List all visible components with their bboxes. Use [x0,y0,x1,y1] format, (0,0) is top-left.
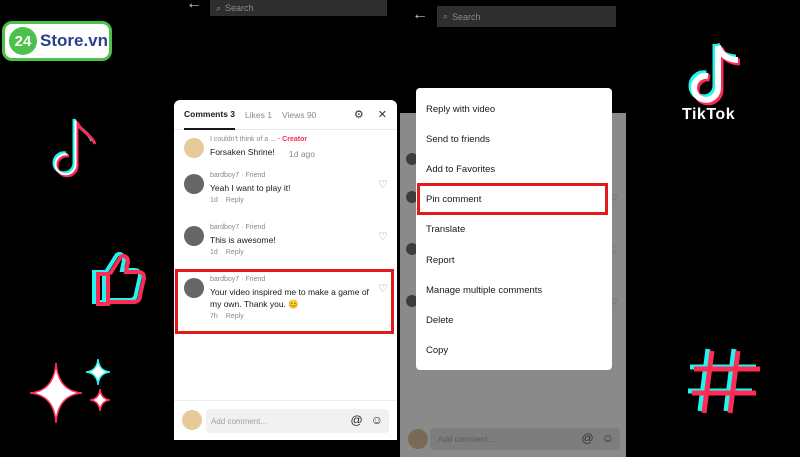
comment-text: Yeah I want to play it! [210,183,291,193]
comment-item[interactable]: I couldn't think of a ... · Creator Fors… [182,136,390,159]
comment-input-placeholder: Add comment... [438,434,495,444]
tab-likes[interactable]: Likes 1 [245,100,272,130]
close-icon[interactable]: ✕ [378,108,387,121]
avatar[interactable] [184,174,204,194]
friend-tag: · Friend [241,172,266,179]
comment-input-bar: Add comment... @ ☺ [174,400,397,440]
menu-item-report[interactable]: Report [416,245,612,275]
creator-badge: · Creator [277,136,308,143]
top-bar: ← ⌕ Search [174,0,397,100]
filter-icon[interactable]: ⚙ [354,108,364,121]
comment-text: This is awesome! [210,235,276,245]
friend-tag: · Friend [241,224,266,231]
avatar [408,429,428,449]
menu-item-translate[interactable]: Translate [416,215,612,245]
menu-item-manage-multiple-comments[interactable]: Manage multiple comments [416,275,612,305]
heart-icon[interactable]: ♡ [378,178,388,191]
back-arrow-icon[interactable]: ← [412,6,428,24]
tiktok-logo-icon [688,42,741,106]
reply-button[interactable]: Reply [226,249,244,256]
store-logo-name: Store.vn [40,31,109,50]
highlight-box [175,269,394,334]
search-icon: ⌕ [216,2,222,13]
menu-item-delete[interactable]: Delete [416,305,612,335]
menu-item-send-to-friends[interactable]: Send to friends [416,124,612,154]
comment-context-menu: Reply with video Send to friends Add to … [416,88,612,370]
emoji-icon[interactable]: ☺ [602,431,614,445]
reply-button[interactable]: Reply [226,197,244,204]
comment-time: 1d [210,249,218,256]
comments-tabs: Comments 3 Likes 1 Views 90 ⚙ ✕ [174,100,397,130]
comments-screen: ← ⌕ Search Comments 3 Likes 1 Views 90 ⚙… [174,0,397,457]
sparkle-icon [29,358,111,424]
at-icon[interactable]: @ [351,413,363,427]
comment-username[interactable]: I couldn't think of a ... [210,136,276,143]
thumbs-up-icon [92,251,147,306]
tab-comments[interactable]: Comments 3 [184,100,236,130]
comment-username[interactable]: bardboy7 [210,224,239,231]
comment-time: 1d [210,197,218,204]
search-placeholder: Search [452,11,481,22]
hashtag-icon [688,348,760,414]
tab-views[interactable]: Views 90 [282,100,316,130]
highlight-box [417,183,608,215]
menu-item-reply-with-video[interactable]: Reply with video [416,94,612,124]
emoji-icon[interactable]: ☺ [371,413,383,427]
search-placeholder: Search [225,3,254,13]
store-logo: 24 Store.vn [2,21,112,61]
heart-icon[interactable]: ♡ [378,230,388,243]
comment-input[interactable]: Add comment... @ ☺ [430,428,620,450]
comment-input-bar: Add comment... @ ☺ [400,422,626,457]
comment-item[interactable]: bardboy7 · Friend This is awesome! 1d Rep… [182,224,390,256]
comment-time: 1d ago [289,149,315,159]
search-icon: ⌕ [443,11,449,21]
comment-username[interactable]: bardboy7 [210,172,239,179]
store-logo-number: 24 [9,27,37,55]
comment-item[interactable]: bardboy7 · Friend Yeah I want to play it… [182,172,390,204]
at-icon[interactable]: @ [582,431,594,445]
avatar[interactable] [184,226,204,246]
comment-input-placeholder: Add comment... [211,416,268,426]
menu-item-copy[interactable]: Copy [416,336,612,366]
search-input[interactable]: ⌕ Search [210,0,387,16]
music-note-icon [52,118,96,178]
search-input[interactable]: ⌕ Search [437,6,616,27]
tiktok-wordmark: TikTok [682,106,736,123]
avatar[interactable] [184,138,204,158]
avatar [182,410,202,430]
comment-input[interactable]: Add comment... @ ☺ [206,409,389,433]
menu-item-add-to-favorites[interactable]: Add to Favorites [416,154,612,184]
back-arrow-icon[interactable]: ← [186,0,202,13]
comment-menu-screen: ← ⌕ Search ♡ ♡ ♡ Add comment... @ ☺ Repl… [400,0,626,457]
